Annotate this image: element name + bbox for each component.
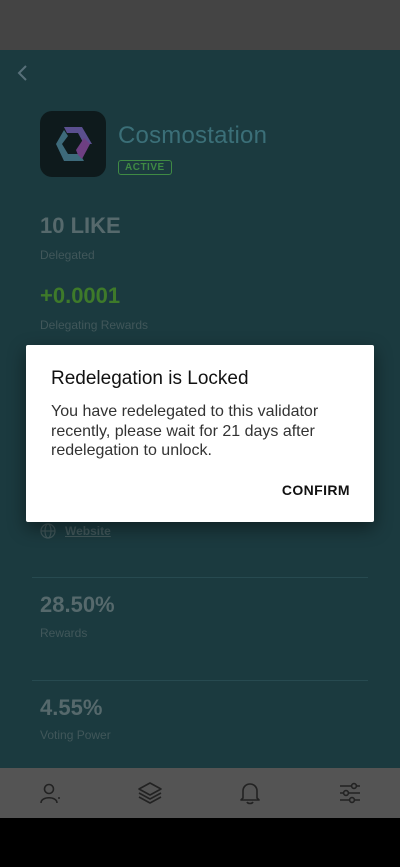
rewards-label: Delegating Rewards: [40, 318, 149, 332]
website-link[interactable]: Website: [65, 524, 111, 538]
nav-notifications-button[interactable]: [220, 768, 280, 818]
delegated-amount: 10 LIKE: [40, 213, 121, 238]
system-navigation-bar: [0, 818, 400, 867]
status-badge: ACTIVE: [118, 160, 172, 175]
divider: [32, 577, 368, 578]
validator-name: Cosmostation: [118, 122, 268, 149]
bottom-nav: [0, 768, 400, 818]
confirm-button[interactable]: CONFIRM: [282, 482, 350, 498]
globe-icon: [40, 523, 56, 539]
nav-validators-button[interactable]: [120, 768, 180, 818]
redelegation-locked-dialog: Redelegation is Locked You have redelega…: [26, 345, 374, 522]
nav-wallet-button[interactable]: [20, 768, 80, 818]
chevron-left-icon: [17, 65, 27, 81]
voting-power-label: Voting Power: [40, 728, 111, 742]
divider: [32, 680, 368, 681]
reward-rate-label: Rewards: [40, 626, 88, 640]
voting-power-value: 4.55%: [40, 695, 103, 720]
wallet-user-icon: [40, 783, 60, 804]
cosmostation-logo-icon: [56, 127, 92, 161]
dialog-title: Redelegation is Locked: [51, 368, 249, 389]
reward-rate-value: 28.50%: [40, 592, 115, 617]
delegated-label: Delegated: [40, 248, 95, 262]
nav-settings-button[interactable]: [320, 768, 380, 818]
bell-icon: [240, 783, 260, 805]
rewards-amount: +0.0001: [40, 283, 121, 308]
dialog-message: You have redelegated to this validator r…: [51, 403, 319, 459]
validator-logo: [40, 111, 106, 177]
status-bar: [0, 0, 400, 50]
settings-sliders-icon: [340, 782, 360, 804]
back-button[interactable]: [10, 60, 36, 86]
website-row[interactable]: Website: [40, 523, 111, 539]
layers-icon: [138, 782, 162, 804]
